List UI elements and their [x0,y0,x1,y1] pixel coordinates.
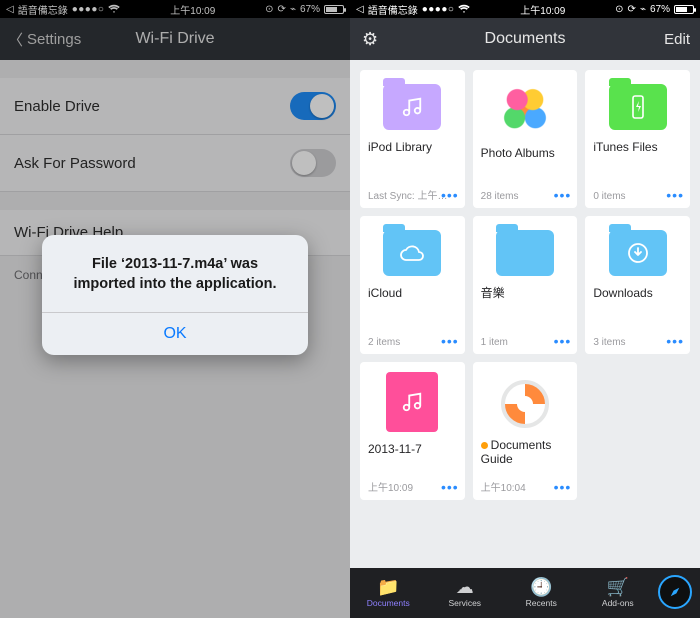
card-subtitle: Last Sync: 上午… [368,187,447,202]
document-card[interactable]: Photo Albums 28 items ••• [473,70,578,208]
tab-icon: 🛒 [607,578,629,596]
unread-dot-icon [481,442,488,449]
edit-button[interactable]: Edit [664,31,690,48]
document-card[interactable]: 2013-11-7 上午10:09 ••• [360,362,465,500]
battery-pct: 67% [650,4,670,15]
settings-button[interactable]: ⚙ [350,29,390,50]
tab-label: Services [448,598,481,608]
tab-icon: 🕘 [530,578,552,596]
tab-documents[interactable]: 📁 Documents [350,568,427,618]
card-more-button[interactable]: ••• [666,187,684,203]
left-phone: ◁ 語音備忘錄 ●●●●○ 上午10:09 ⊙ ⟳ ⌁ 67% 〈 Settin… [0,0,350,618]
document-card[interactable]: iPod Library Last Sync: 上午…••• [360,70,465,208]
folder-icon [383,230,441,276]
document-card[interactable]: 音樂 1 item ••• [473,216,578,354]
back-to-app-icon[interactable]: ◁ [356,4,364,15]
card-title: iTunes Files [593,140,657,154]
card-title: Photo Albums [481,146,555,160]
card-subtitle: 1 item [481,337,508,348]
tab-add-ons[interactable]: 🛒 Add-ons [580,568,657,618]
folder-icon [609,84,667,130]
tab-icon: 📁 [377,578,399,596]
alert-dialog: File ‘2013-11-7.m4a’ was imported into t… [42,235,308,355]
alarm-icon: ⊙ [615,4,623,15]
photo-albums-icon [499,84,551,136]
card-subtitle: 0 items [593,191,625,202]
card-more-button[interactable]: ••• [441,187,459,203]
card-title: iPod Library [368,140,432,154]
tab-label: Recents [526,598,557,608]
nav-bar: ⚙ Documents Edit [350,18,700,60]
card-more-button[interactable]: ••• [554,187,572,203]
card-subtitle: 2 items [368,337,400,348]
card-more-button[interactable]: ••• [441,333,459,349]
folder-icon [609,230,667,276]
card-title: 音樂 [481,286,505,300]
folder-icon [383,84,441,130]
audio-file-icon [386,372,438,432]
tab-bar: 📁 Documents ☁ Services 🕘 Recents 🛒 Add-ons [350,568,700,618]
folder-icon [496,230,554,276]
battery-icon [674,5,694,14]
page-title: Documents [350,30,700,48]
documents-grid-container: iPod LibraryLast Sync: 上午…•••Photo Album… [350,60,700,568]
gear-icon: ⚙ [362,29,378,49]
card-title: Documents Guide [481,438,570,467]
card-title: 2013-11-7 [368,442,422,456]
bluetooth-icon: ⌁ [640,4,646,15]
card-subtitle: 上午10:04 [481,479,526,494]
tab-label: Add-ons [602,598,634,608]
card-subtitle: 上午10:09 [368,479,413,494]
rotation-lock-icon: ⟳ [628,4,636,15]
card-more-button[interactable]: ••• [666,333,684,349]
document-card[interactable]: iCloud 2 items ••• [360,216,465,354]
document-card[interactable]: iTunes Files 0 items ••• [585,70,690,208]
tab-label: Documents [367,598,410,608]
card-more-button[interactable]: ••• [441,479,459,495]
card-subtitle: 28 items [481,191,519,202]
tab-services[interactable]: ☁ Services [427,568,504,618]
document-card[interactable]: Downloads 3 items ••• [585,216,690,354]
tab-icon: ☁ [456,578,474,596]
wifi-icon [458,4,470,14]
card-title: iCloud [368,286,402,300]
back-to-app-label[interactable]: 語音備忘錄 [368,2,418,17]
status-bar: ◁ 語音備忘錄 ●●●●○ 上午10:09 ⊙ ⟳ ⌁ 67% [350,0,700,18]
status-time: 上午10:09 [520,2,565,17]
document-card[interactable]: Documents Guide 上午10:04 ••• [473,362,578,500]
alert-ok-button[interactable]: OK [42,313,308,355]
alert-message: File ‘2013-11-7.m4a’ was imported into t… [42,235,308,312]
signal-dots: ●●●●○ [422,4,455,15]
right-phone: ◁ 語音備忘錄 ●●●●○ 上午10:09 ⊙ ⟳ ⌁ 67% ⚙ Docume… [350,0,700,618]
documents-grid: iPod LibraryLast Sync: 上午…•••Photo Album… [360,70,690,500]
tab-recents[interactable]: 🕘 Recents [503,568,580,618]
card-more-button[interactable]: ••• [554,333,572,349]
lifebuoy-icon [501,380,549,428]
card-title: Downloads [593,286,652,300]
card-subtitle: 3 items [593,337,625,348]
card-more-button[interactable]: ••• [554,479,572,495]
